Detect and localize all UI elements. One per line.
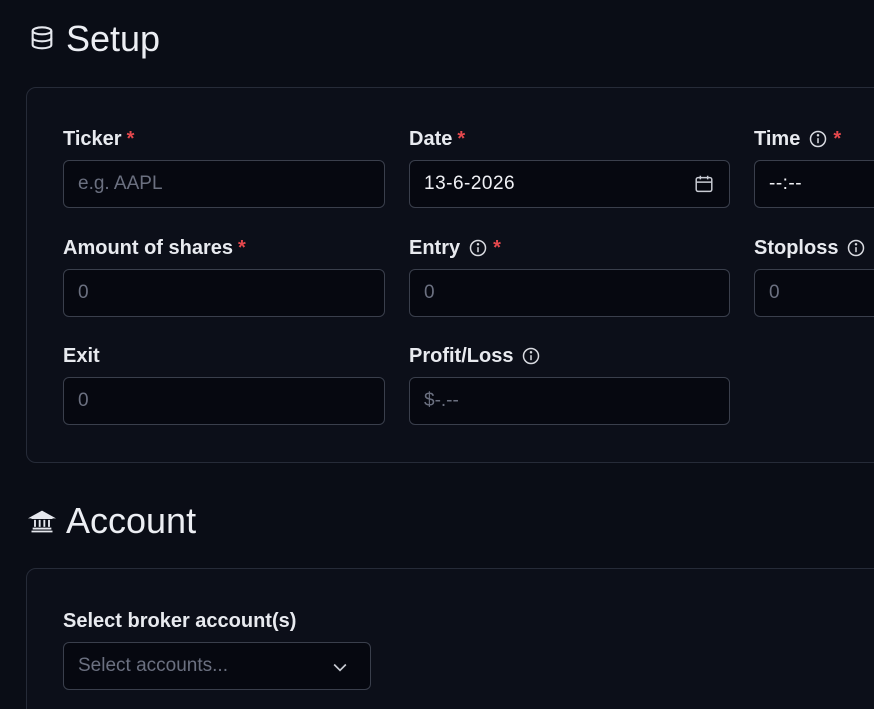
database-icon: [28, 25, 56, 53]
required-mark: *: [238, 236, 246, 259]
date-label: Date: [409, 127, 453, 150]
time-label: Time: [754, 127, 801, 150]
shares-input[interactable]: 0: [63, 269, 385, 317]
profit-loss-field: Profit/Loss $-.--: [409, 344, 730, 425]
entry-field: Entry * 0: [409, 236, 730, 317]
profit-loss-label: Profit/Loss: [409, 344, 514, 367]
entry-label: Entry: [409, 236, 461, 259]
required-mark: *: [457, 127, 466, 150]
date-input[interactable]: 13-6-2026: [409, 160, 730, 208]
time-field: Time * --:--: [754, 127, 874, 208]
account-heading: Account: [28, 500, 196, 542]
ticker-placeholder: e.g. AAPL: [78, 173, 163, 194]
shares-field: Amount of shares * 0: [63, 236, 385, 317]
setup-heading: Setup: [28, 18, 160, 60]
chevron-down-icon: [333, 663, 347, 672]
entry-placeholder: 0: [424, 282, 435, 303]
calendar-icon[interactable]: [693, 173, 715, 195]
required-mark: *: [493, 236, 501, 259]
shares-label: Amount of shares: [63, 236, 234, 259]
info-icon[interactable]: [521, 346, 541, 366]
required-mark: *: [833, 127, 842, 150]
stoploss-placeholder: 0: [769, 282, 780, 303]
exit-placeholder: 0: [78, 390, 89, 411]
stoploss-label: Stoploss: [754, 236, 839, 259]
bank-icon: [28, 507, 56, 535]
info-icon[interactable]: [808, 129, 828, 149]
broker-label: Select broker account(s): [63, 609, 297, 632]
date-field: Date * 13-6-2026: [409, 127, 730, 208]
profit-loss-input[interactable]: $-.--: [409, 377, 730, 425]
stoploss-input[interactable]: 0: [754, 269, 874, 317]
ticker-input[interactable]: e.g. AAPL: [63, 160, 385, 208]
stoploss-field: Stoploss 0: [754, 236, 874, 317]
shares-placeholder: 0: [78, 282, 89, 303]
info-icon[interactable]: [468, 238, 488, 258]
broker-field: Select broker account(s) Select accounts…: [63, 609, 371, 690]
ticker-field: Ticker * e.g. AAPL: [63, 127, 385, 208]
time-value: --:--: [769, 173, 803, 194]
time-input[interactable]: --:--: [754, 160, 874, 208]
ticker-label: Ticker: [63, 127, 122, 150]
profit-loss-placeholder: $-.--: [424, 390, 459, 411]
entry-input[interactable]: 0: [409, 269, 730, 317]
broker-placeholder: Select accounts...: [78, 655, 228, 676]
date-value: 13-6-2026: [424, 173, 516, 194]
exit-label: Exit: [63, 344, 100, 367]
exit-field: Exit 0: [63, 344, 385, 425]
trade-form-page: Setup Ticker * e.g. AAPL Date * 13-6-2026: [0, 0, 874, 709]
account-card: Select broker account(s) Select accounts…: [26, 568, 874, 709]
setup-card: Ticker* e.g. AAPL Date* 13-6-2026 Time: [26, 87, 874, 463]
broker-select[interactable]: Select accounts...: [63, 642, 371, 690]
required-mark: *: [126, 127, 135, 150]
setup-title: Setup: [66, 18, 161, 59]
info-icon[interactable]: [846, 238, 866, 258]
account-title: Account: [66, 500, 197, 541]
exit-input[interactable]: 0: [63, 377, 385, 425]
